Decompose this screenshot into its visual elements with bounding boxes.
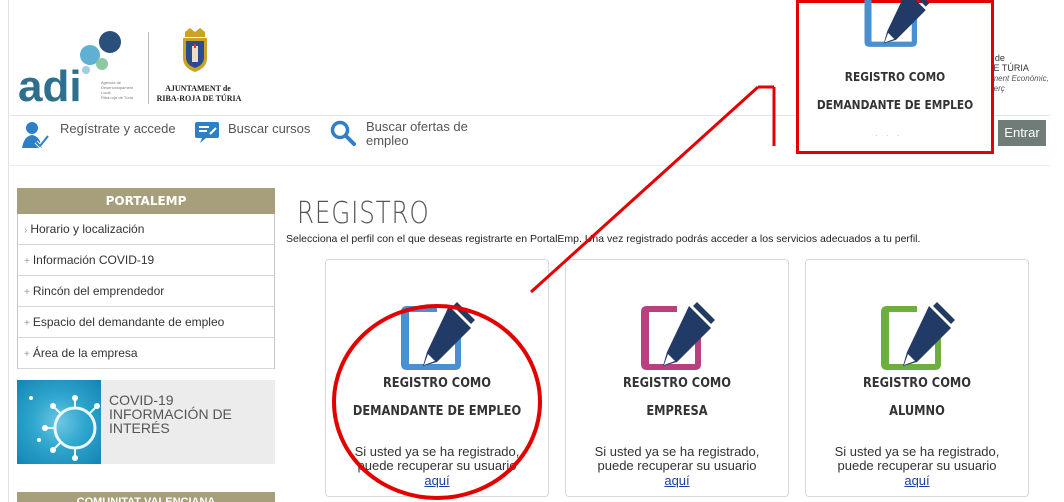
sidebar-item-empresa[interactable]: + Área de la empresa	[18, 338, 274, 369]
search-icon	[330, 120, 356, 146]
card-title-line2: ALUMNO	[889, 404, 945, 419]
recover-user-link[interactable]: aquí	[566, 473, 788, 488]
sidebar-item-covid[interactable]: + Información COVID-19	[18, 245, 274, 276]
adi-logo-text: adi	[18, 62, 82, 108]
ayuntamiento-name-line1: AJUNTAMENT de	[165, 84, 231, 93]
register-company-card[interactable]: REGISTRO COMO EMPRESA Si usted ya se ha …	[565, 259, 789, 497]
logo-divider	[148, 32, 149, 104]
adi-subtitle-4: Riba-roja de Túria	[101, 95, 133, 100]
sidebar-bullet: +	[24, 256, 30, 267]
nav-courses-link[interactable]: Buscar cursos	[194, 120, 310, 144]
card-note-line2: puede recuperar su usuario	[357, 458, 517, 473]
card-note-line1: Si usted ya se ha registrado,	[354, 444, 520, 459]
page-title: REGISTRO	[297, 196, 430, 231]
sidebar-item-emprendedor[interactable]: + Rincón del emprendedor	[18, 276, 274, 307]
nav-offers-label: Buscar ofertas de empleo	[366, 119, 468, 148]
document-pen-icon	[401, 302, 475, 370]
nav-divider	[10, 165, 1050, 166]
card-title-line1: REGISTRO COMO	[622, 376, 732, 391]
covid-banner-text: COVID-19 INFORMACIÓN DE INTERÉS	[109, 393, 232, 435]
card-title-line2: EMPRESA	[646, 404, 708, 419]
sidebar-menu: › Horario y localización + Información COV…	[17, 214, 275, 369]
covid-line-3: INTERÉS	[109, 420, 170, 436]
comunitat-valenciana-header: COMUNITAT VALENCIANA	[17, 492, 275, 502]
recover-user-link[interactable]: aquí	[806, 473, 1028, 488]
page-left-rule	[8, 0, 9, 502]
sidebar-item-label: Espacio del demandante de empleo	[32, 315, 225, 329]
intro-text: Selecciona el perfil con el que deseas r…	[286, 233, 921, 245]
sidebar-bullet: +	[24, 287, 30, 298]
card-note: Si usted ya se ha registrado, puede recu…	[566, 445, 788, 473]
card-note: Si usted ya se ha registrado, puede recu…	[326, 445, 548, 473]
card-note-line2: puede recuperar su usuario	[597, 458, 757, 473]
sidebar-item-label: Área de la empresa	[32, 346, 138, 360]
sidebar-item-demandante[interactable]: + Espacio del demandante de empleo	[18, 307, 274, 338]
sidebar-bullet: +	[24, 349, 30, 360]
register-jobseeker-card[interactable]: REGISTRO COMO DEMANDANTE DE EMPLEO Si us…	[325, 259, 549, 497]
sidebar-item-label: Información COVID-19	[32, 253, 155, 267]
zoom-callout-box: REGISTRO COMO DEMANDANTE DE EMPLEO · · ·	[796, 0, 994, 154]
sidebar-bullet: +	[24, 318, 30, 329]
register-student-card[interactable]: REGISTRO COMO ALUMNO Si usted ya se ha r…	[805, 259, 1029, 497]
card-note-line1: Si usted ya se ha registrado,	[594, 444, 760, 459]
document-pen-icon	[641, 302, 715, 370]
recover-user-link[interactable]: aquí	[326, 473, 548, 488]
sidebar-item-label: Horario y localización	[30, 222, 145, 236]
document-pen-icon	[864, 0, 930, 47]
card-note: Si usted ya se ha registrado, puede recu…	[806, 445, 1028, 473]
card-note-line2: puede recuperar su usuario	[837, 458, 997, 473]
nav-register-link[interactable]: Regístrate y accede	[20, 120, 176, 150]
header-right-text-3: oment Econòmic,	[987, 74, 1049, 83]
card-title-line1: REGISTRO COMO	[382, 376, 492, 391]
sidebar-item-horario[interactable]: › Horario y localización	[18, 214, 274, 245]
card-title-line1: REGISTRO COMO	[862, 376, 972, 391]
ayuntamiento-name-line2: RIBA-ROJA DE TÚRIA	[156, 94, 242, 103]
nav-job-offers-link[interactable]: Buscar ofertas de empleo	[330, 120, 486, 148]
card-title-line2: DEMANDANTE DE EMPLEO	[352, 404, 522, 419]
user-register-icon	[22, 122, 50, 149]
covid-line-1: COVID-19	[109, 392, 174, 408]
covid-virus-icon	[17, 380, 101, 464]
document-pen-icon	[881, 302, 955, 370]
zoom-title-line2: DEMANDANTE DE EMPLEO	[816, 97, 974, 112]
courses-icon	[195, 122, 219, 143]
sidebar-header: PORTALEMP	[17, 188, 275, 214]
sidebar-bullet: ›	[24, 225, 28, 236]
nav-register-label: Regístrate y accede	[60, 121, 176, 136]
card-note-line1: Si usted ya se ha registrado,	[834, 444, 1000, 459]
shield-icon[interactable]	[180, 28, 210, 72]
covid-info-banner[interactable]: COVID-19 INFORMACIÓN DE INTERÉS	[17, 380, 275, 464]
covid-line-2: INFORMACIÓN DE	[109, 406, 232, 422]
login-button[interactable]: Entrar	[998, 120, 1046, 146]
zoom-title-line1: REGISTRO COMO	[844, 69, 946, 84]
zoom-faded-text: · · ·	[875, 131, 903, 140]
sidebar-item-label: Rincón del emprendedor	[32, 284, 165, 298]
nav-courses-label: Buscar cursos	[228, 121, 311, 136]
